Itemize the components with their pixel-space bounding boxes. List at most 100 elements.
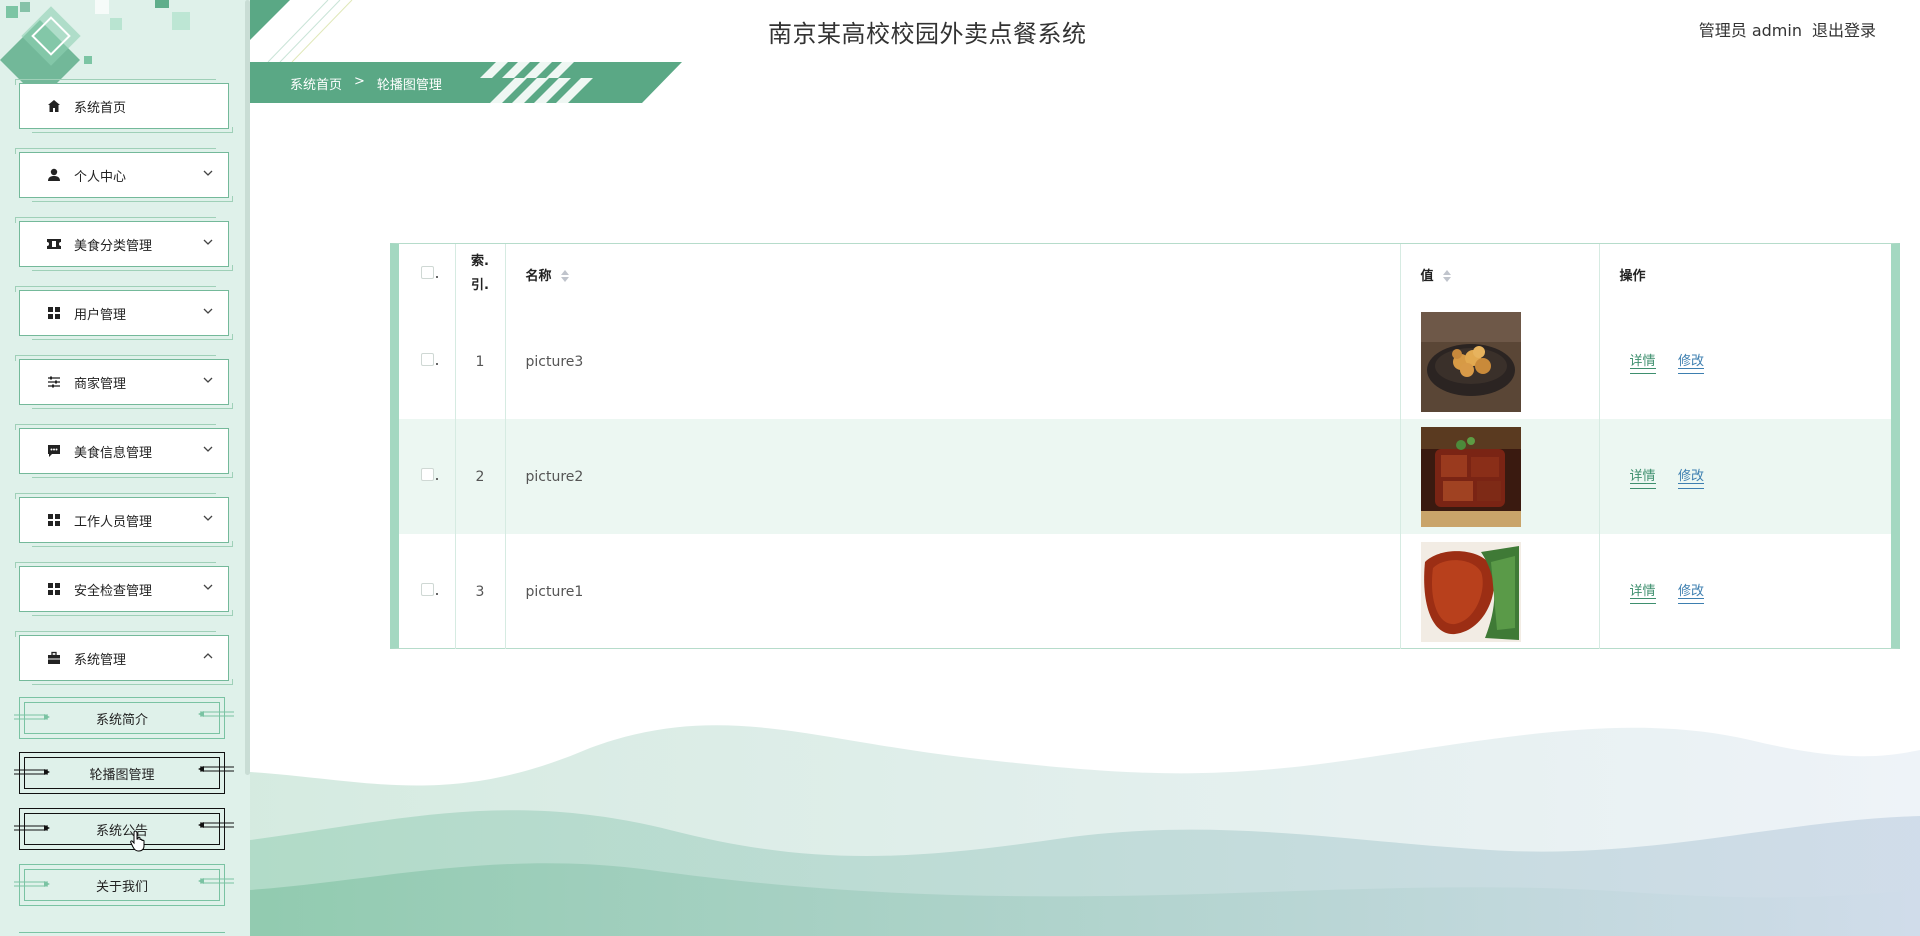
arrow-right-icon [14,769,50,775]
row-image-cell [1400,419,1600,534]
row-actions: 详情 修改 [1599,419,1891,534]
edit-link[interactable]: 修改 [1677,580,1704,604]
table-row: 1 picture3 详情 修改 [399,304,1891,419]
message-icon [46,443,62,459]
breadcrumb-home[interactable]: 系统首页 [290,74,342,93]
app-title: 南京某高校校园外卖点餐系统 [768,20,1087,48]
user-area: 管理员 admin 退出登录 [1699,17,1876,41]
edit-link[interactable]: 修改 [1677,350,1704,374]
chevron-down-icon [203,239,213,245]
sidebar-next-item-edge [19,932,225,936]
sidebar-scrollbar[interactable] [245,0,250,775]
subitem-label: 系统公告 [95,823,148,839]
grid-icon [46,512,62,528]
chevron-down-icon [203,377,213,383]
subitem-label: 关于我们 [95,879,148,895]
arrow-right-icon [14,825,50,831]
chevron-down-icon [203,308,213,314]
row-checkbox[interactable] [421,468,438,481]
sidebar-item-system[interactable]: 系统管理 [15,631,233,685]
breadcrumb-separator: > [354,74,365,89]
data-table-container: 索. 引. 名称 值 操作 1 picture3 详情 修改 2 picture… [390,243,1900,649]
chevron-up-icon [203,653,213,659]
arrow-right-icon [14,714,50,720]
user-role-name: 管理员 admin [1698,21,1802,40]
sort-icon[interactable] [560,269,570,283]
header-value-label: 值 [1420,268,1434,284]
header-actions: 操作 [1599,244,1891,304]
ticket-icon [46,236,62,252]
sliders-icon [46,374,62,390]
header-index: 索. 引. [455,244,506,304]
table-header-row: 索. 引. 名称 值 操作 [399,244,1891,304]
row-checkbox-cell [399,419,456,534]
sidebar-item-safety-check[interactable]: 安全检查管理 [15,562,233,616]
row-checkbox-cell [399,304,456,419]
sidebar-subitem-announcement[interactable]: 系统公告 [14,808,234,850]
sidebar-item-label: 美食分类管理 [74,238,153,254]
braised-pork-image[interactable] [1420,426,1521,527]
row-index: 1 [455,304,506,419]
sidebar-item-merchants[interactable]: 商家管理 [15,355,233,409]
row-name: picture1 [505,534,1401,649]
arrow-right-icon [14,881,50,887]
arrow-left-icon [198,822,234,828]
sidebar-item-users[interactable]: 用户管理 [15,286,233,340]
sidebar-item-food-category[interactable]: 美食分类管理 [15,217,233,271]
sidebar-item-staff[interactable]: 工作人员管理 [15,493,233,547]
row-actions: 详情 修改 [1599,534,1891,649]
sidebar-item-food-info[interactable]: 美食信息管理 [15,424,233,478]
briefcase-icon [46,650,62,666]
breadcrumb-current: 轮播图管理 [376,78,442,93]
detail-link[interactable]: 详情 [1629,580,1656,604]
sidebar-item-label: 工作人员管理 [74,514,153,530]
header-actions-label: 操作 [1619,268,1646,284]
subitem-label: 系统简介 [95,712,148,728]
home-icon [46,98,62,114]
row-image-cell [1400,534,1600,649]
sidebar-item-home[interactable]: 系统首页 [15,79,233,133]
user-icon [46,167,62,183]
row-index: 3 [455,534,506,649]
sidebar: 系统首页 个人中心 美食分类管理 用户管理 商家管理 美食信息管理 工作人员管理… [0,0,250,936]
header-checkbox-cell [399,244,456,304]
table-row: 3 picture1 详情 修改 [399,534,1891,649]
row-name: picture3 [505,304,1401,419]
header-index-label: 索. 引. [471,254,489,293]
row-actions: 详情 修改 [1599,304,1891,419]
edit-link[interactable]: 修改 [1677,465,1704,489]
select-all-checkbox[interactable] [421,265,438,279]
detail-link[interactable]: 详情 [1629,465,1656,489]
sidebar-subitem-carousel[interactable]: 轮播图管理 [14,752,234,794]
header-corner-decoration [250,0,353,62]
row-checkbox[interactable] [421,353,438,366]
sidebar-item-profile[interactable]: 个人中心 [15,148,233,202]
header-name[interactable]: 名称 [505,244,1401,304]
roast-meat-image[interactable] [1420,541,1521,642]
header-value[interactable]: 值 [1400,244,1600,304]
sidebar-item-label: 美食信息管理 [74,445,153,461]
row-image-cell [1400,304,1600,419]
row-checkbox-cell [399,534,456,649]
chevron-down-icon [203,170,213,176]
chevron-down-icon [203,446,213,452]
row-checkbox[interactable] [421,583,438,596]
grid-icon [46,581,62,597]
detail-link[interactable]: 详情 [1629,350,1656,374]
sidebar-subitem-system-intro[interactable]: 系统简介 [14,697,234,739]
arrow-left-icon [198,878,234,884]
logout-link[interactable]: 退出登录 [1812,17,1876,41]
sidebar-subitem-about-us[interactable]: 关于我们 [14,864,234,906]
grid-icon [46,305,62,321]
table-row: 2 picture2 详情 修改 [399,419,1891,534]
sidebar-item-label: 系统管理 [74,652,127,668]
row-index: 2 [455,419,506,534]
breadcrumb: 系统首页 > 轮播图管理 [290,74,442,93]
chevron-down-icon [203,515,213,521]
chevron-down-icon [203,584,213,590]
sidebar-item-label: 商家管理 [74,376,127,392]
sidebar-item-label: 用户管理 [74,307,127,323]
fried-chicken-image[interactable] [1420,311,1521,412]
sort-icon[interactable] [1442,269,1452,283]
carousel-table: 索. 引. 名称 值 操作 1 picture3 详情 修改 2 picture… [399,244,1891,649]
